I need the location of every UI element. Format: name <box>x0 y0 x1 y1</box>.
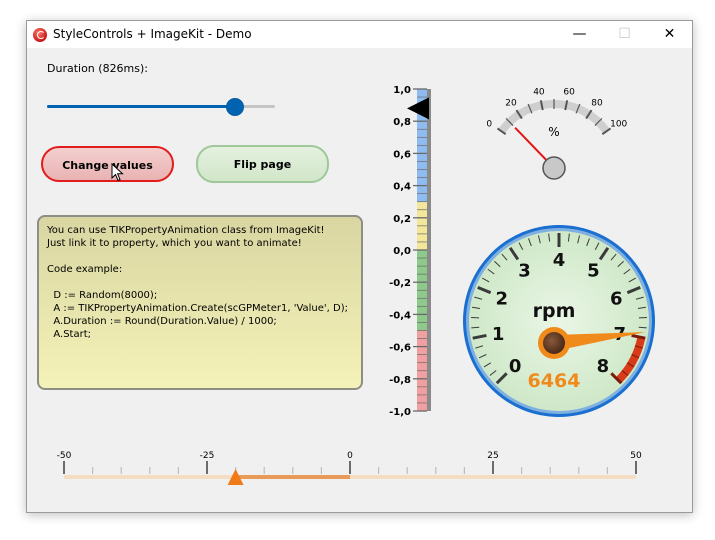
scale-bar <box>427 89 431 411</box>
percent-gauge-unit: % <box>548 125 559 139</box>
rpm-gauge: 012345678rpm6464 <box>463 225 655 417</box>
percent-gauge-label: 40 <box>533 87 545 97</box>
scale-tick-label: 0,0 <box>393 246 411 257</box>
rpm-gauge-label: 8 <box>597 356 610 377</box>
scale-tick-label: 0,4 <box>393 182 411 193</box>
hscale-range-fill <box>235 475 350 479</box>
horizontal-scale[interactable]: -50 -25 0 25 50 <box>57 451 642 485</box>
hscale-label: -50 <box>57 451 72 461</box>
scale-tick-label: -0,4 <box>389 310 411 321</box>
percent-gauge-hub <box>542 156 566 180</box>
scale-tick-label: -1,0 <box>389 407 411 418</box>
rpm-gauge-label: 6 <box>610 288 623 309</box>
rpm-gauge-hub <box>543 332 565 354</box>
percent-gauge: 0 20 40 60 80 100% <box>486 87 628 180</box>
scale-tick-label: 1,0 <box>393 85 411 96</box>
hscale-label: 25 <box>487 451 498 461</box>
rpm-gauge-label: 0 <box>509 356 522 377</box>
scale-tick-label: 0,6 <box>393 149 411 160</box>
rpm-gauge-label: 1 <box>492 324 505 345</box>
scale-tick-label: 0,2 <box>393 214 411 225</box>
hscale-label: 0 <box>347 451 353 461</box>
rpm-gauge-readout: 6464 <box>528 370 581 392</box>
instruments-canvas: 1,0 0,8 0,6 0,4 0,2 0,0 -0,2 -0,4 -0,6 -0,8 -1,0 0… <box>57 85 655 485</box>
rpm-gauge-label: 2 <box>495 288 508 309</box>
scale-tick-label: 0,8 <box>393 117 411 128</box>
scale-tick-label: -0,6 <box>389 343 411 354</box>
vertical-scale[interactable]: 1,0 0,8 0,6 0,4 0,2 0,0 -0,2 -0,4 -0,6 -0,8 -1,0 <box>389 85 431 418</box>
percent-gauge-label: 80 <box>591 99 603 109</box>
percent-gauge-label: 0 <box>486 120 492 130</box>
scale-tick-label: -0,8 <box>389 375 411 386</box>
hscale-label: 50 <box>630 451 642 461</box>
percent-gauge-label: 100 <box>610 120 627 130</box>
rpm-gauge-label: 4 <box>553 250 566 271</box>
percent-gauge-label: 20 <box>505 99 517 109</box>
rpm-gauge-tick <box>638 326 647 329</box>
rpm-gauge-label: 3 <box>518 260 531 281</box>
scale-tick-label: -0,2 <box>389 278 411 289</box>
app-window: StyleControls + ImageKit - Demo — ☐ ✕ Du… <box>26 20 693 513</box>
percent-gauge-label: 60 <box>563 87 575 97</box>
rpm-gauge-unit: rpm <box>533 300 576 322</box>
hscale-label: -25 <box>200 451 215 461</box>
rpm-gauge-label: 5 <box>587 260 600 281</box>
rpm-gauge-tick <box>471 326 480 329</box>
